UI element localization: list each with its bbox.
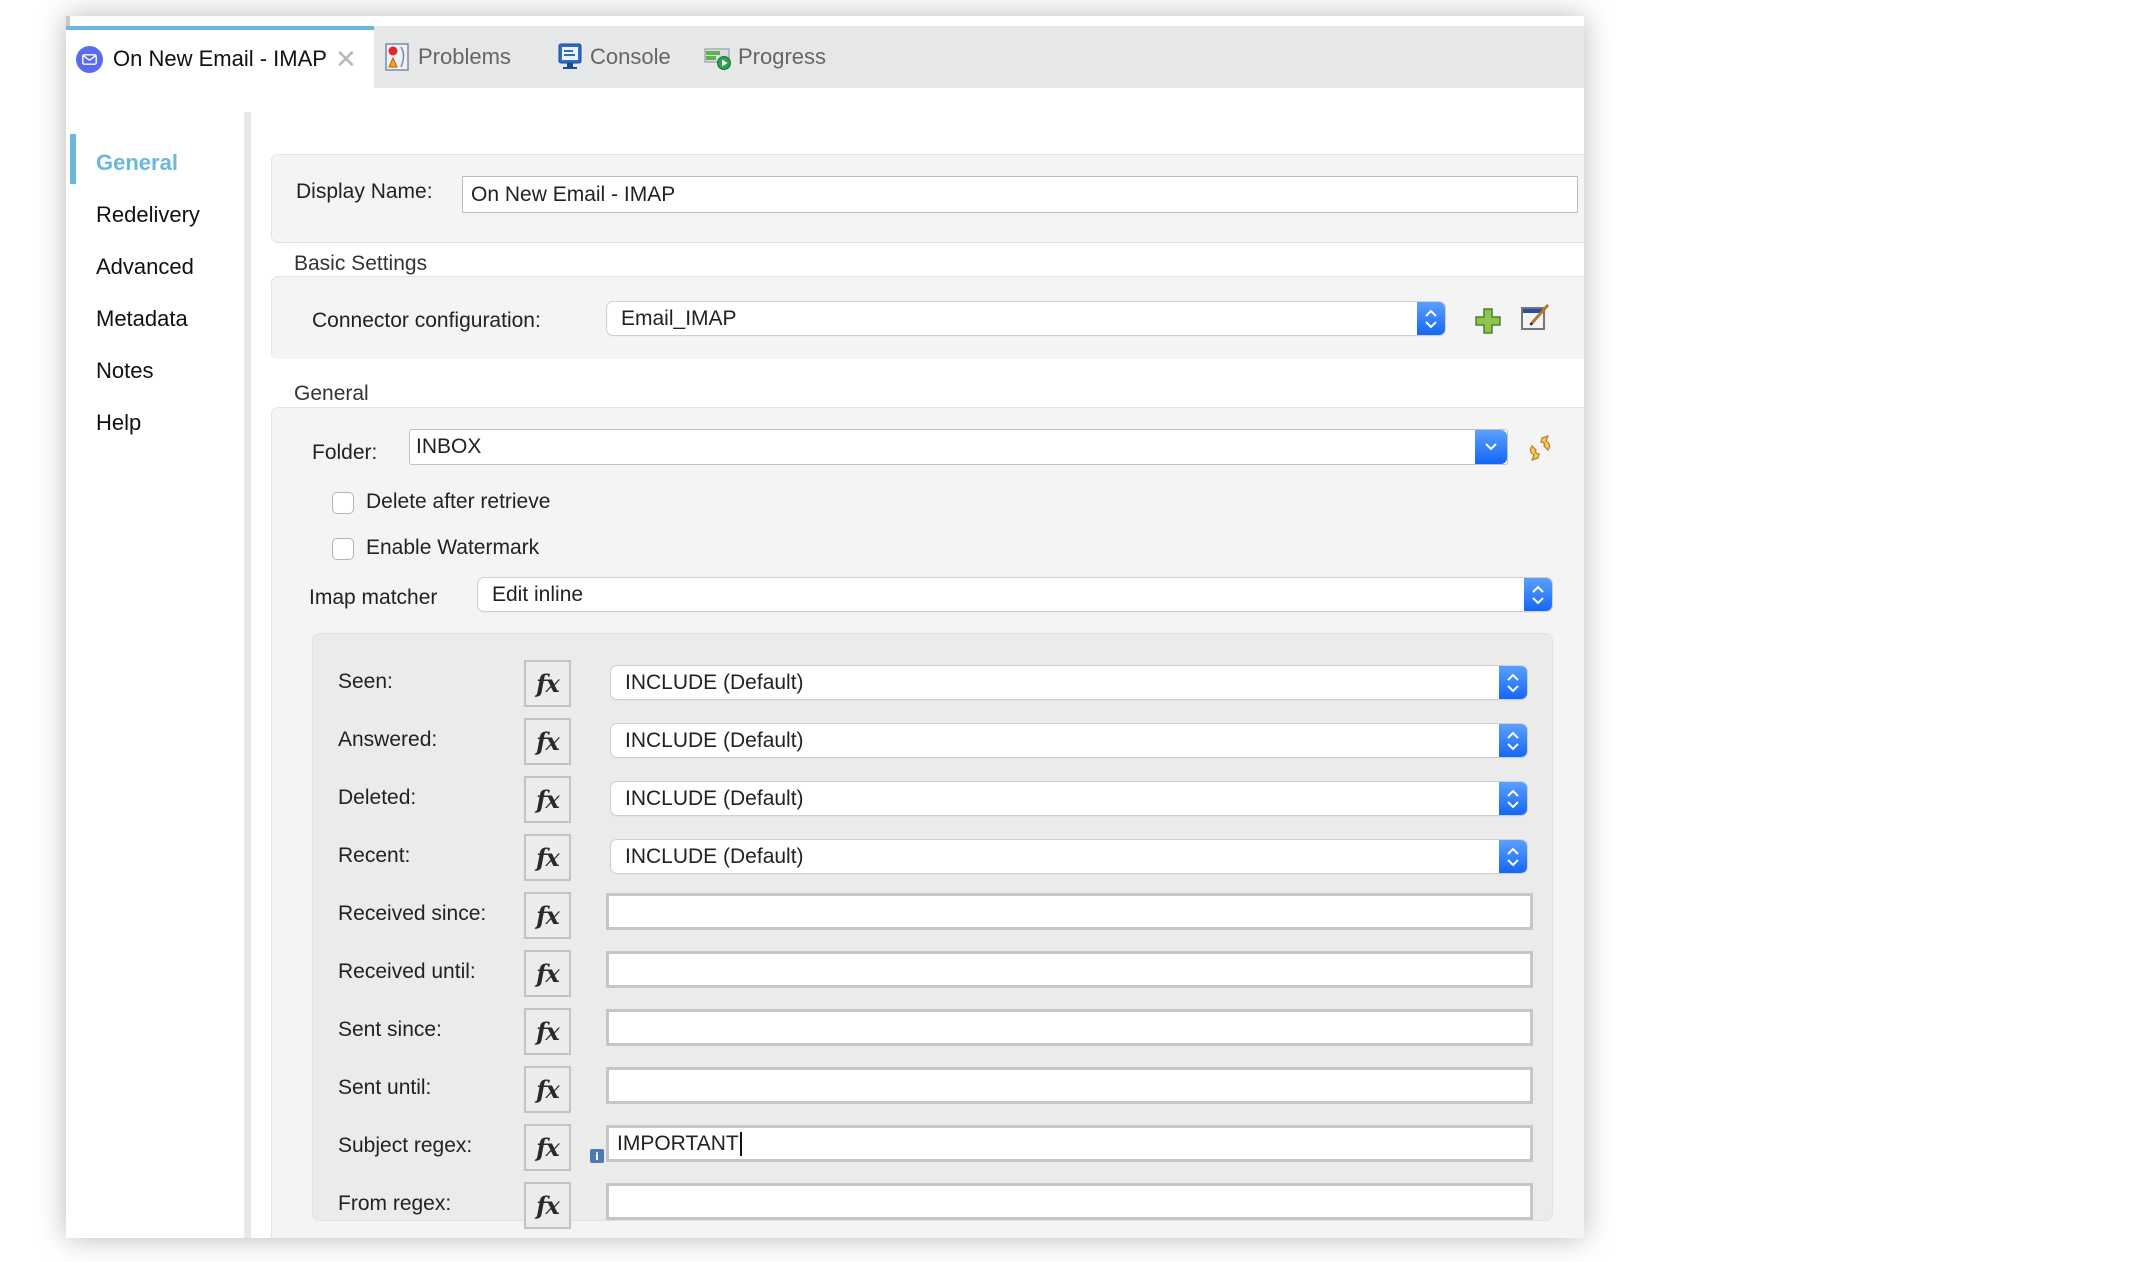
tab-label: Console	[590, 44, 671, 69]
tab-label: On New Email - IMAP	[113, 46, 327, 71]
updown-chevron-icon	[1499, 840, 1527, 873]
received-until-input[interactable]	[606, 951, 1533, 988]
deleted-fx-button[interactable]: fx	[524, 776, 571, 823]
updown-chevron-icon	[1499, 666, 1527, 699]
sent-until-fx-button[interactable]: fx	[524, 1066, 571, 1113]
subject-regex-input[interactable]: IMPORTANT	[606, 1125, 1533, 1162]
deleted-select[interactable]: INCLUDE (Default)	[611, 782, 1527, 815]
imap-matcher-select[interactable]: Edit inline	[478, 578, 1552, 611]
received-until-fx-button[interactable]: fx	[524, 950, 571, 997]
sent-since-label: Sent since:	[338, 1018, 442, 1041]
updown-chevron-icon	[1524, 578, 1552, 611]
delete-after-retrieve-label: Delete after retrieve	[366, 490, 551, 513]
console-icon	[558, 43, 582, 69]
updown-chevron-icon	[1499, 782, 1527, 815]
seen-select[interactable]: INCLUDE (Default)	[611, 666, 1527, 699]
tab-progress[interactable]: Progress	[704, 26, 826, 88]
sent-since-fx-button[interactable]: fx	[524, 1008, 571, 1055]
sidebar-item-general[interactable]: General	[96, 150, 178, 176]
text-caret	[739, 1131, 742, 1156]
fx-icon: fx	[536, 959, 560, 988]
enable-watermark-label: Enable Watermark	[366, 536, 540, 559]
delete-after-retrieve-checkbox[interactable]	[332, 492, 354, 514]
sent-since-input[interactable]	[606, 1009, 1533, 1046]
edit-icon[interactable]	[1520, 302, 1552, 332]
sent-until-input[interactable]	[606, 1067, 1533, 1104]
subject-regex-value: IMPORTANT	[617, 1131, 739, 1155]
fx-icon: fx	[536, 1133, 560, 1162]
connector-configuration-value: Email_IMAP	[621, 306, 737, 330]
from-regex-fx-button[interactable]: fx	[524, 1182, 571, 1229]
sidebar: General Redelivery Advanced Metadata Not…	[66, 88, 244, 1238]
from-regex-label: From regex:	[338, 1192, 452, 1215]
tab-on-new-email[interactable]: On New Email - IMAP ✕	[66, 26, 374, 88]
basic-settings-title: Basic Settings	[294, 252, 428, 275]
imap-matcher-label: Imap matcher	[309, 586, 438, 609]
chevron-down-icon[interactable]	[1475, 430, 1507, 464]
tab-console[interactable]: Console	[556, 26, 671, 88]
recent-select[interactable]: INCLUDE (Default)	[611, 840, 1527, 873]
subject-regex-fx-button[interactable]: fx	[524, 1124, 571, 1171]
seen-label: Seen:	[338, 670, 393, 693]
seen-fx-button[interactable]: fx	[524, 660, 571, 707]
recent-fx-button[interactable]: fx	[524, 834, 571, 881]
connector-configuration-label: Connector configuration:	[312, 309, 541, 332]
fx-icon: fx	[536, 785, 560, 814]
answered-fx-button[interactable]: fx	[524, 718, 571, 765]
tab-label: Problems	[418, 44, 511, 69]
deleted-label: Deleted:	[338, 786, 417, 809]
folder-label: Folder:	[312, 441, 378, 464]
tab-label: Progress	[738, 44, 827, 69]
sent-until-label: Sent until:	[338, 1076, 432, 1099]
updown-chevron-icon	[1417, 302, 1445, 335]
received-since-fx-button[interactable]: fx	[524, 892, 571, 939]
tab-problems[interactable]: Problems	[384, 26, 511, 88]
fx-icon: fx	[536, 1075, 560, 1104]
sidebar-item-redelivery[interactable]: Redelivery	[96, 202, 200, 228]
recent-label: Recent:	[338, 844, 411, 867]
fx-icon: fx	[536, 901, 560, 930]
sidebar-divider	[244, 112, 251, 1238]
sidebar-item-advanced[interactable]: Advanced	[96, 254, 194, 280]
answered-select[interactable]: INCLUDE (Default)	[611, 724, 1527, 757]
received-since-label: Received since:	[338, 902, 487, 925]
deleted-value: INCLUDE (Default)	[625, 786, 804, 810]
info-icon[interactable]: i	[590, 1149, 604, 1163]
progress-icon	[704, 48, 731, 70]
general-section-title: General	[294, 382, 369, 405]
answered-value: INCLUDE (Default)	[625, 728, 804, 752]
connector-configuration-select[interactable]: Email_IMAP	[607, 302, 1445, 335]
sidebar-item-notes[interactable]: Notes	[96, 358, 153, 384]
fx-icon: fx	[536, 727, 560, 756]
fx-icon: fx	[536, 843, 560, 872]
display-name-label: Display Name:	[296, 180, 433, 203]
close-icon[interactable]: ✕	[335, 46, 357, 72]
refresh-icon[interactable]	[1524, 432, 1556, 464]
email-icon	[76, 45, 103, 73]
folder-combobox[interactable]: INBOX	[410, 430, 1507, 464]
properties-window: On New Email - IMAP ✕ Problems Console P…	[66, 16, 1584, 1238]
sidebar-item-metadata[interactable]: Metadata	[96, 306, 188, 332]
enable-watermark-checkbox[interactable]	[332, 538, 354, 560]
fx-icon: fx	[536, 1017, 560, 1046]
recent-value: INCLUDE (Default)	[625, 844, 804, 868]
fx-icon: fx	[536, 669, 560, 698]
updown-chevron-icon	[1499, 724, 1527, 757]
display-name-value: On New Email - IMAP	[471, 182, 676, 206]
fx-icon: fx	[536, 1191, 560, 1220]
subject-regex-label: Subject regex:	[338, 1134, 473, 1157]
active-indicator	[70, 134, 76, 184]
received-since-input[interactable]	[606, 893, 1533, 930]
tab-bar: On New Email - IMAP ✕ Problems Console P…	[66, 26, 1584, 88]
display-name-input[interactable]: On New Email - IMAP	[462, 176, 1578, 213]
seen-value: INCLUDE (Default)	[625, 670, 804, 694]
imap-matcher-value: Edit inline	[492, 582, 584, 606]
plus-icon[interactable]	[1474, 307, 1502, 335]
answered-label: Answered:	[338, 728, 438, 751]
folder-value: INBOX	[416, 435, 482, 458]
from-regex-input[interactable]	[606, 1183, 1533, 1220]
sidebar-item-help[interactable]: Help	[96, 410, 141, 436]
received-until-label: Received until:	[338, 960, 476, 983]
problems-icon	[385, 43, 409, 71]
